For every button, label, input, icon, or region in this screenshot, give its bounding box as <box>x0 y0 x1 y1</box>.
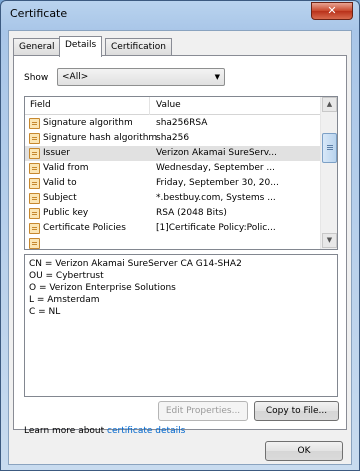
ok-button[interactable]: OK <box>265 441 343 461</box>
certificate-field-icon <box>29 238 40 249</box>
field-value: Verizon Akamai SureServ... <box>156 148 277 158</box>
chevron-down-icon: ▼ <box>214 73 220 81</box>
copy-to-file-button[interactable]: Copy to File... <box>254 401 339 421</box>
field-details-box[interactable]: CN = Verizon Akamai SureServer CA G14-SH… <box>24 254 338 397</box>
vertical-scrollbar[interactable]: ▲ ▼ <box>320 97 337 249</box>
list-item-selected[interactable]: Issuer Verizon Akamai SureServ... <box>25 146 321 161</box>
list-item[interactable]: Signature hash algorithm sha256 <box>25 131 321 146</box>
show-dropdown-value: <All> <box>62 72 89 82</box>
list-header: Field Value <box>25 97 321 115</box>
certificate-field-icon <box>29 223 40 234</box>
details-line: OU = Cybertrust <box>29 271 104 281</box>
column-divider[interactable] <box>149 97 150 115</box>
list-item[interactable]: Valid from Wednesday, September ... <box>25 161 321 176</box>
field-value: RSA (2048 Bits) <box>156 208 227 218</box>
tab-general[interactable]: General <box>13 38 61 56</box>
grip-icon <box>327 145 333 146</box>
field-name: Signature hash algorithm <box>43 133 158 143</box>
field-name: Certificate Policies <box>43 223 126 233</box>
field-name: Subject <box>43 193 77 203</box>
details-line: CN = Verizon Akamai SureServer CA G14-SH… <box>29 259 242 269</box>
close-button[interactable]: ✕ <box>311 2 353 20</box>
show-dropdown[interactable]: <All> ▼ <box>57 68 225 86</box>
tab-details[interactable]: Details <box>59 36 103 57</box>
details-tab-panel: Show <All> ▼ Field Value Signature algor… <box>13 55 347 436</box>
column-header-value[interactable]: Value <box>156 100 181 110</box>
field-value: [1]Certificate Policy:Polic... <box>156 223 276 233</box>
field-name: Public key <box>43 208 89 218</box>
column-header-field[interactable]: Field <box>30 100 51 110</box>
certificate-field-icon <box>29 178 40 189</box>
list-rows: Signature algorithm sha256RSA Signature … <box>25 116 321 249</box>
certificate-details-link[interactable]: certificate details <box>107 426 185 436</box>
certificate-field-icon <box>29 193 40 204</box>
certificate-field-icon <box>29 163 40 174</box>
field-value: sha256 <box>156 133 190 143</box>
scroll-thumb[interactable] <box>322 133 337 163</box>
dialog-client-area: General Details Certification Path Show … <box>8 30 352 465</box>
details-line: O = Verizon Enterprise Solutions <box>29 283 176 293</box>
fields-list[interactable]: Field Value Signature algorithm sha256RS… <box>24 96 338 250</box>
certificate-field-icon <box>29 133 40 144</box>
field-name: Valid from <box>43 163 89 173</box>
show-label: Show <box>24 73 49 83</box>
title-bar: Certificate ✕ <box>1 1 359 29</box>
tab-certification-path[interactable]: Certification Path <box>105 38 172 68</box>
learn-more-prefix: Learn more about <box>24 426 108 436</box>
field-name: Issuer <box>43 148 70 158</box>
list-item[interactable]: Signature algorithm sha256RSA <box>25 116 321 131</box>
field-value: Friday, September 30, 20... <box>156 178 279 188</box>
scroll-up-button[interactable]: ▲ <box>322 97 337 112</box>
list-item[interactable]: Certificate Policies [1]Certificate Poli… <box>25 221 321 236</box>
certificate-field-icon <box>29 118 40 129</box>
details-line: L = Amsterdam <box>29 295 100 305</box>
field-value: Wednesday, September ... <box>156 163 276 173</box>
certificate-window: Certificate ✕ General Details Certificat… <box>0 0 360 471</box>
certificate-field-icon <box>29 208 40 219</box>
field-value: sha256RSA <box>156 118 208 128</box>
field-value: *.bestbuy.com, Systems ... <box>156 193 276 203</box>
edit-properties-button[interactable]: Edit Properties... <box>158 401 248 421</box>
list-item[interactable]: Subject *.bestbuy.com, Systems ... <box>25 191 321 206</box>
window-title: Certificate <box>10 7 68 20</box>
list-item[interactable]: Valid to Friday, September 30, 20... <box>25 176 321 191</box>
list-item[interactable]: Public key RSA (2048 Bits) <box>25 206 321 221</box>
list-item-partial[interactable] <box>25 236 321 249</box>
field-name: Signature algorithm <box>43 118 133 128</box>
scroll-down-button[interactable]: ▼ <box>322 233 337 248</box>
details-line: C = NL <box>29 307 61 317</box>
certificate-field-icon <box>29 148 40 159</box>
field-name: Valid to <box>43 178 77 188</box>
learn-more-text: Learn more about certificate details <box>24 426 185 436</box>
